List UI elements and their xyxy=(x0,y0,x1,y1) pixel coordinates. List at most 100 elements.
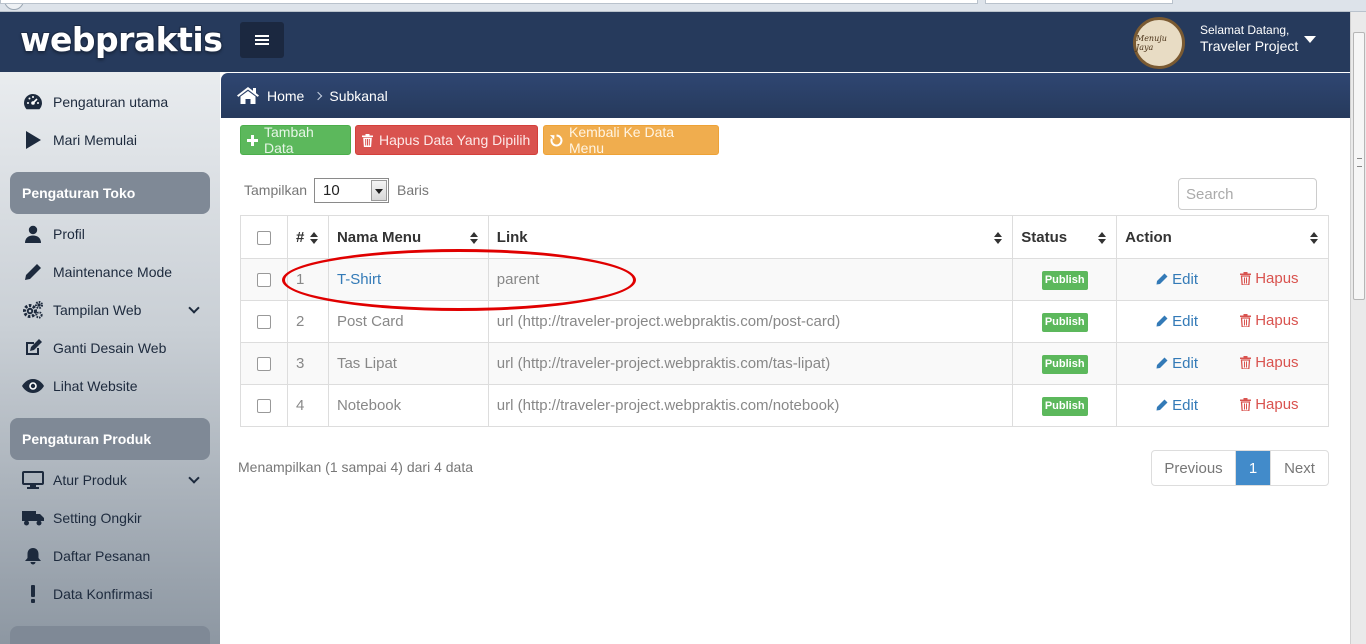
sidebar-section-toko[interactable]: Pengaturan Toko xyxy=(10,172,210,214)
browser-search-bar[interactable] xyxy=(985,0,1173,4)
row-checkbox[interactable] xyxy=(256,399,271,414)
edit-button[interactable]: Edit xyxy=(1156,397,1198,414)
sidebar-item-pengaturan-utama[interactable]: Pengaturan utama xyxy=(0,85,220,119)
column-header-name[interactable]: Nama Menu xyxy=(327,215,489,259)
caret-down-icon[interactable] xyxy=(1304,36,1316,43)
select-all-checkbox[interactable] xyxy=(256,230,271,245)
sidebar-item-ganti-desain-web[interactable]: Ganti Desain Web xyxy=(0,331,220,365)
bell-icon xyxy=(22,546,44,566)
sidebar-item-atur-produk[interactable]: Atur Produk xyxy=(0,463,220,497)
scrollbar-thumb[interactable] xyxy=(1353,32,1365,300)
menu-toggle-button[interactable] xyxy=(240,22,284,58)
previous-page-button[interactable]: Previous xyxy=(1152,451,1236,485)
pagination: Previous 1 Next xyxy=(1151,450,1329,486)
user-welcome[interactable]: Selamat Datang, Traveler Project xyxy=(1200,23,1298,55)
dashboard-icon xyxy=(22,92,44,112)
table-info: Menampilkan (1 sampai 4) dari 4 data xyxy=(238,459,474,475)
sidebar-item-lihat-website[interactable]: Lihat Website xyxy=(0,369,220,403)
edit-button[interactable]: Edit xyxy=(1156,355,1198,372)
sort-icon xyxy=(1098,232,1107,244)
delete-button[interactable]: Hapus xyxy=(1240,312,1299,329)
sidebar-item-data-konfirmasi[interactable]: Data Konfirmasi xyxy=(0,577,220,611)
sidebar-item-label: Lihat Website xyxy=(53,378,138,394)
page-1-button[interactable]: 1 xyxy=(1236,451,1270,485)
sort-icon xyxy=(469,232,478,244)
row-number: 1 xyxy=(286,258,329,301)
sidebar-item-mari-memulai[interactable]: Mari Memulai xyxy=(0,123,220,157)
browser-address-bar[interactable] xyxy=(0,0,978,4)
sidebar-item-label: Maintenance Mode xyxy=(53,264,173,280)
column-header-action[interactable]: Action xyxy=(1116,215,1329,259)
page-scrollbar[interactable] xyxy=(1350,12,1366,644)
sidebar-item-label: Mari Memulai xyxy=(53,132,138,148)
edit-icon xyxy=(22,338,44,358)
sidebar-item-label: Profil xyxy=(53,226,85,242)
trash-icon xyxy=(1240,356,1252,369)
pencil-icon xyxy=(1156,273,1168,285)
edit-button[interactable]: Edit xyxy=(1156,313,1198,330)
status-badge: Publish xyxy=(1041,396,1088,416)
dropdown-arrow-icon xyxy=(371,180,387,201)
delete-button[interactable]: Hapus xyxy=(1240,354,1299,371)
delete-button[interactable]: Hapus xyxy=(1240,396,1299,413)
avatar[interactable]: Menuju Jaya xyxy=(1133,17,1185,69)
row-checkbox[interactable] xyxy=(256,273,271,288)
search-input[interactable] xyxy=(1178,178,1317,210)
pencil-icon xyxy=(22,262,44,282)
status-badge: Publish xyxy=(1041,270,1088,290)
sidebar-item-daftar-pesanan[interactable]: Daftar Pesanan xyxy=(0,539,220,573)
row-number: 3 xyxy=(286,342,329,385)
delete-selected-button[interactable]: Hapus Data Yang Dipilih xyxy=(355,125,538,155)
row-link: url (http://traveler-project.webpraktis.… xyxy=(487,300,1014,343)
row-link: url (http://traveler-project.webpraktis.… xyxy=(487,342,1014,385)
delete-button[interactable]: Hapus xyxy=(1240,270,1299,287)
edit-button[interactable]: Edit xyxy=(1156,271,1198,288)
add-data-button[interactable]: Tambah Data xyxy=(240,124,351,156)
column-header-no[interactable]: # xyxy=(286,215,329,259)
home-icon xyxy=(237,87,259,104)
breadcrumb-current: Subkanal xyxy=(329,87,388,104)
plus-icon xyxy=(247,134,258,146)
page-length-select[interactable]: 10 xyxy=(314,178,389,203)
table-row: 2 Post Card url (http://traveler-project… xyxy=(240,300,1329,343)
trash-icon xyxy=(362,133,373,147)
status-badge: Publish xyxy=(1041,312,1088,332)
subkanal-table: # Nama Menu Link Status Action 1 T-Shirt… xyxy=(240,215,1329,427)
sidebar-item-profil[interactable]: Profil xyxy=(0,217,220,251)
sidebar: Pengaturan utama Mari Memulai Pengaturan… xyxy=(0,72,220,644)
sidebar-item-maintenance-mode[interactable]: Maintenance Mode xyxy=(0,255,220,289)
chevron-down-icon xyxy=(188,302,200,314)
logo[interactable]: webpraktis xyxy=(20,20,223,59)
breadcrumb-home-link[interactable]: Home xyxy=(267,88,304,104)
sidebar-item-setting-ongkir[interactable]: Setting Ongkir xyxy=(0,501,220,535)
page-length-value: 10 xyxy=(323,182,340,199)
sidebar-item-label: Atur Produk xyxy=(53,472,127,488)
column-header-status[interactable]: Status xyxy=(1012,215,1118,259)
row-checkbox[interactable] xyxy=(256,357,271,372)
show-label: Tampilkan xyxy=(244,182,308,198)
sidebar-section-produk[interactable]: Pengaturan Produk xyxy=(10,418,210,460)
next-page-button[interactable]: Next xyxy=(1270,451,1328,485)
sidebar-item-label: Data Konfirmasi xyxy=(53,586,153,602)
table-row: 3 Tas Lipat url (http://traveler-project… xyxy=(240,342,1329,385)
row-link: url (http://traveler-project.webpraktis.… xyxy=(487,384,1014,427)
delete-selected-label: Hapus Data Yang Dipilih xyxy=(379,132,531,148)
eye-icon xyxy=(22,376,44,396)
welcome-text: Selamat Datang, xyxy=(1200,23,1290,37)
exclamation-icon xyxy=(22,584,44,604)
table-row: 4 Notebook url (http://traveler-project.… xyxy=(240,384,1329,427)
trash-icon xyxy=(1240,272,1252,285)
truck-icon xyxy=(22,508,44,528)
menu-name-link[interactable]: T-Shirt xyxy=(337,271,381,288)
sort-icon xyxy=(994,232,1003,244)
browser-toolbar xyxy=(0,0,1366,12)
sidebar-item-tampilan-web[interactable]: Tampilan Web xyxy=(0,293,220,327)
sidebar-item-label: Pengaturan utama xyxy=(53,94,169,110)
hamburger-icon xyxy=(255,35,269,37)
sidebar-section-partial[interactable] xyxy=(10,626,210,644)
back-to-menu-button[interactable]: Kembali Ke Data Menu xyxy=(543,124,719,156)
column-header-link[interactable]: Link xyxy=(487,215,1014,259)
back-to-menu-label: Kembali Ke Data Menu xyxy=(569,124,675,156)
row-checkbox[interactable] xyxy=(256,315,271,330)
status-badge: Publish xyxy=(1041,354,1088,374)
